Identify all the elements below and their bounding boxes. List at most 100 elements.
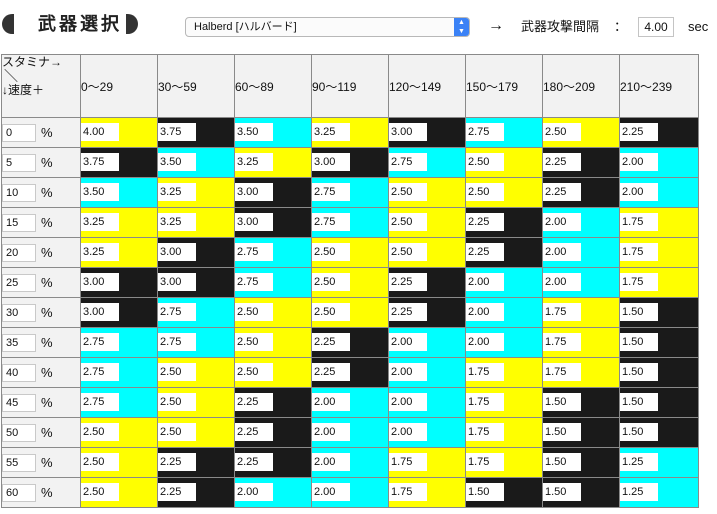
interval-value-field[interactable]: 2.50	[389, 213, 427, 232]
interval-value-field[interactable]: 2.00	[466, 303, 504, 322]
interval-value-field[interactable]: 2.50	[81, 483, 119, 502]
interval-value-field[interactable]: 2.75	[312, 183, 350, 202]
interval-value-field[interactable]: 1.75	[466, 363, 504, 382]
interval-value-field[interactable]: 3.00	[389, 123, 427, 142]
interval-value-field[interactable]: 1.25	[620, 453, 658, 472]
interval-value-field[interactable]: 2.75	[466, 123, 504, 142]
interval-value-field[interactable]: 2.00	[389, 363, 427, 382]
interval-value-field[interactable]: 2.75	[81, 393, 119, 412]
interval-value-field[interactable]: 2.25	[466, 243, 504, 262]
interval-value-field[interactable]: 2.50	[81, 453, 119, 472]
interval-value-field[interactable]: 1.50	[543, 423, 581, 442]
up-down-chevron-icon[interactable]: ▲ ▼	[454, 18, 469, 36]
weapon-select[interactable]: Halberd [ハルバード] ▲ ▼	[185, 17, 470, 37]
stamina-field[interactable]: 60	[2, 483, 36, 502]
interval-value-field[interactable]: 1.75	[466, 453, 504, 472]
attack-interval-field[interactable]: 4.00	[638, 17, 674, 37]
interval-value-field[interactable]: 2.75	[235, 273, 273, 292]
interval-value-field[interactable]: 3.50	[81, 183, 119, 202]
interval-value-field[interactable]: 3.00	[81, 273, 119, 292]
interval-value-field[interactable]: 2.00	[312, 423, 350, 442]
interval-value-field[interactable]: 2.50	[235, 363, 273, 382]
interval-value-field[interactable]: 2.50	[543, 123, 581, 142]
interval-value-field[interactable]: 2.75	[158, 333, 196, 352]
interval-value-field[interactable]: 2.50	[81, 423, 119, 442]
interval-value-field[interactable]: 4.00	[81, 123, 119, 142]
interval-value-field[interactable]: 2.75	[158, 303, 196, 322]
interval-value-field[interactable]: 1.50	[620, 363, 658, 382]
interval-value-field[interactable]: 2.50	[466, 183, 504, 202]
interval-value-field[interactable]: 3.00	[235, 213, 273, 232]
interval-value-field[interactable]: 2.25	[543, 153, 581, 172]
interval-value-field[interactable]: 2.75	[81, 363, 119, 382]
interval-value-field[interactable]: 1.75	[466, 423, 504, 442]
interval-value-field[interactable]: 2.25	[158, 483, 196, 502]
stamina-field[interactable]: 40	[2, 363, 36, 382]
stamina-field[interactable]: 0	[2, 123, 36, 142]
interval-value-field[interactable]: 2.00	[620, 153, 658, 172]
interval-value-field[interactable]: 2.75	[81, 333, 119, 352]
interval-value-field[interactable]: 2.25	[312, 333, 350, 352]
interval-value-field[interactable]: 1.50	[543, 393, 581, 412]
interval-value-field[interactable]: 2.75	[235, 243, 273, 262]
interval-value-field[interactable]: 3.25	[312, 123, 350, 142]
interval-value-field[interactable]: 3.00	[235, 183, 273, 202]
stamina-field[interactable]: 25	[2, 273, 36, 292]
interval-value-field[interactable]: 3.75	[158, 123, 196, 142]
interval-value-field[interactable]: 2.00	[312, 483, 350, 502]
interval-value-field[interactable]: 1.75	[620, 273, 658, 292]
interval-value-field[interactable]: 1.75	[620, 243, 658, 262]
interval-value-field[interactable]: 3.75	[81, 153, 119, 172]
interval-value-field[interactable]: 1.50	[620, 303, 658, 322]
interval-value-field[interactable]: 3.25	[158, 183, 196, 202]
interval-value-field[interactable]: 1.75	[620, 213, 658, 232]
interval-value-field[interactable]: 2.50	[235, 333, 273, 352]
interval-value-field[interactable]: 2.00	[389, 333, 427, 352]
interval-value-field[interactable]: 2.50	[389, 243, 427, 262]
interval-value-field[interactable]: 2.25	[312, 363, 350, 382]
interval-value-field[interactable]: 1.75	[389, 483, 427, 502]
interval-value-field[interactable]: 2.00	[543, 243, 581, 262]
interval-value-field[interactable]: 2.00	[389, 423, 427, 442]
interval-value-field[interactable]: 2.00	[312, 453, 350, 472]
stamina-field[interactable]: 45	[2, 393, 36, 412]
interval-value-field[interactable]: 2.00	[620, 183, 658, 202]
interval-value-field[interactable]: 1.50	[620, 393, 658, 412]
interval-value-field[interactable]: 2.25	[235, 393, 273, 412]
interval-value-field[interactable]: 2.50	[466, 153, 504, 172]
interval-value-field[interactable]: 2.75	[312, 213, 350, 232]
interval-value-field[interactable]: 2.25	[235, 423, 273, 442]
interval-value-field[interactable]: 1.75	[466, 393, 504, 412]
interval-value-field[interactable]: 1.50	[543, 483, 581, 502]
interval-value-field[interactable]: 1.50	[620, 423, 658, 442]
interval-value-field[interactable]: 2.50	[312, 303, 350, 322]
interval-value-field[interactable]: 2.25	[466, 213, 504, 232]
stamina-field[interactable]: 30	[2, 303, 36, 322]
interval-value-field[interactable]: 1.75	[543, 303, 581, 322]
interval-value-field[interactable]: 3.00	[81, 303, 119, 322]
interval-value-field[interactable]: 3.50	[235, 123, 273, 142]
interval-value-field[interactable]: 1.75	[543, 333, 581, 352]
interval-value-field[interactable]: 1.50	[620, 333, 658, 352]
interval-value-field[interactable]: 2.00	[235, 483, 273, 502]
interval-value-field[interactable]: 3.25	[81, 213, 119, 232]
interval-value-field[interactable]: 1.75	[543, 363, 581, 382]
interval-value-field[interactable]: 2.00	[312, 393, 350, 412]
stamina-field[interactable]: 15	[2, 213, 36, 232]
interval-value-field[interactable]: 2.50	[158, 423, 196, 442]
interval-value-field[interactable]: 1.25	[620, 483, 658, 502]
interval-value-field[interactable]: 2.00	[389, 393, 427, 412]
interval-value-field[interactable]: 2.25	[389, 273, 427, 292]
stamina-field[interactable]: 50	[2, 423, 36, 442]
interval-value-field[interactable]: 2.25	[389, 303, 427, 322]
interval-value-field[interactable]: 2.50	[389, 183, 427, 202]
interval-value-field[interactable]: 3.25	[81, 243, 119, 262]
interval-value-field[interactable]: 2.25	[543, 183, 581, 202]
stamina-field[interactable]: 20	[2, 243, 36, 262]
interval-value-field[interactable]: 1.50	[543, 453, 581, 472]
interval-value-field[interactable]: 2.00	[466, 333, 504, 352]
interval-value-field[interactable]: 2.25	[158, 453, 196, 472]
interval-value-field[interactable]: 3.50	[158, 153, 196, 172]
interval-value-field[interactable]: 2.50	[158, 393, 196, 412]
interval-value-field[interactable]: 2.00	[466, 273, 504, 292]
